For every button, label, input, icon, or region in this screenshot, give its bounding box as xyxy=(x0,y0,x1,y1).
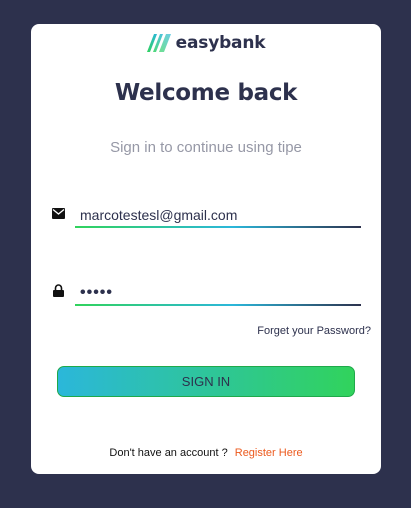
register-prompt-text: Don't have an account ? xyxy=(109,447,228,459)
lock-icon xyxy=(53,284,67,298)
password-field[interactable] xyxy=(75,282,361,306)
mail-icon xyxy=(52,208,66,222)
sign-in-button[interactable]: SIGN IN xyxy=(57,366,355,397)
register-link[interactable]: Register Here xyxy=(235,447,303,459)
password-underline xyxy=(75,304,361,306)
login-card: easybank Welcome back Sign in to continu… xyxy=(31,24,381,474)
brand-name: easybank xyxy=(175,33,266,53)
email-field[interactable] xyxy=(75,204,361,228)
email-input[interactable] xyxy=(75,204,361,226)
easybank-logo-icon xyxy=(146,34,171,52)
brand-logo: easybank xyxy=(31,33,381,53)
password-input[interactable] xyxy=(75,282,361,304)
forgot-password-link[interactable]: Forget your Password? xyxy=(257,325,371,337)
page-subtitle: Sign in to continue using tipe xyxy=(110,139,302,156)
sign-in-button-label: SIGN IN xyxy=(181,374,231,389)
email-underline xyxy=(75,226,361,228)
page-title: Welcome back xyxy=(114,80,298,106)
register-prompt: Don't have an account ? Register Here xyxy=(31,447,381,459)
